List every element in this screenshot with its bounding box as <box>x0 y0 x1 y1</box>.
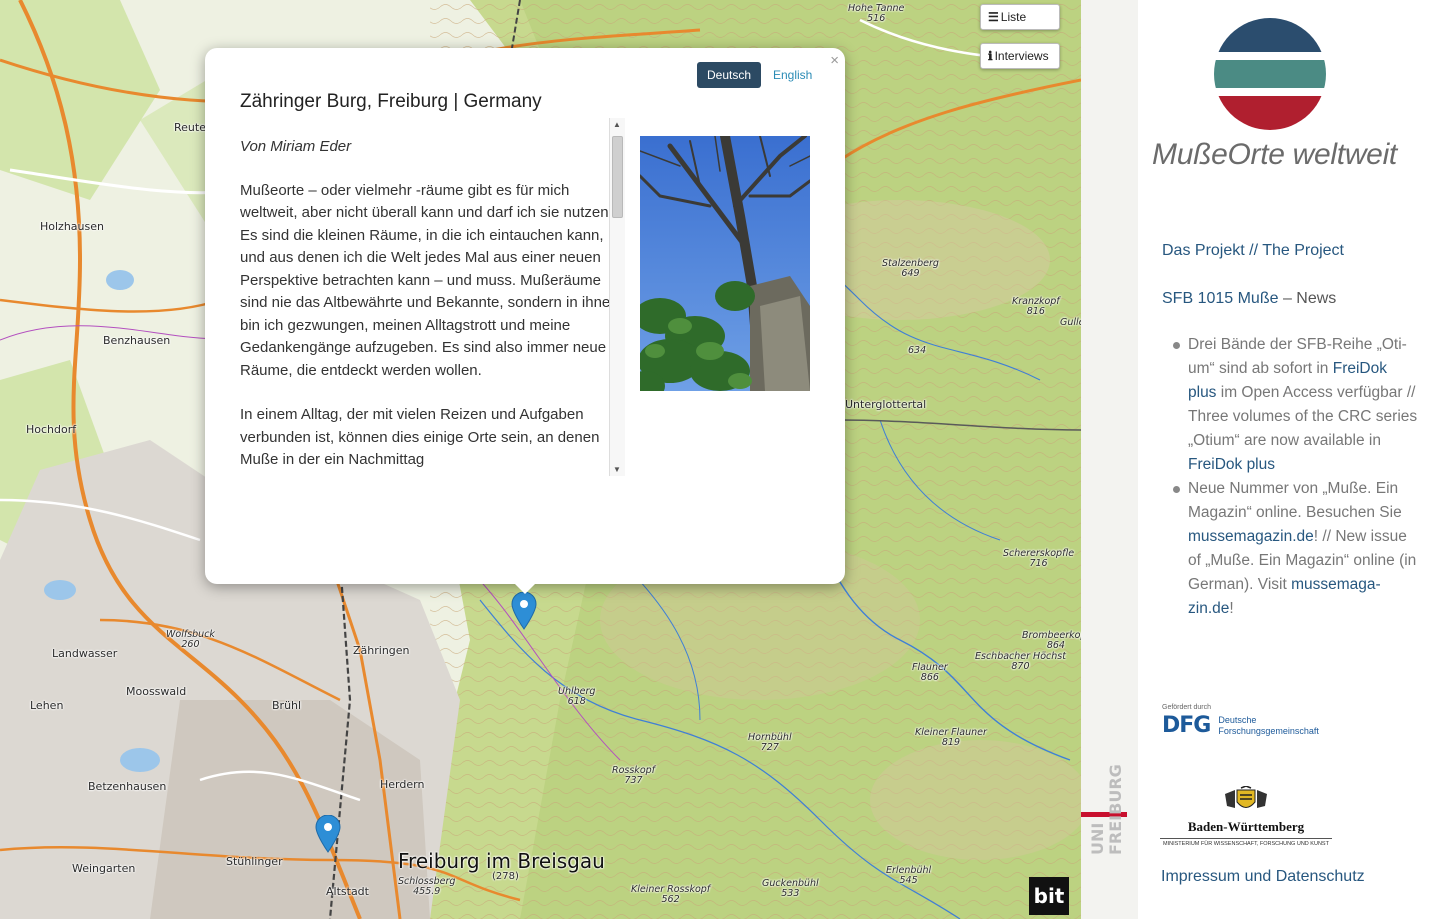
label-weingarten: Weingarten <box>72 862 136 875</box>
label-schererskopfle: Schererskopfle 716 <box>1003 548 1075 569</box>
dfg-funded-label: Gefördert durch <box>1162 704 1212 711</box>
label-rosskopf: Rosskopf 737 <box>612 765 656 786</box>
label-hochdorf: Hochdorf <box>26 423 77 436</box>
bw-title: Baden-Württemberg <box>1187 819 1305 834</box>
label-kleiner-rosskopf: Kleiner Rosskopf 562 <box>631 884 711 905</box>
nav-sfb-link[interactable]: SFB 1015 Muße <box>1162 290 1279 307</box>
nav-separator: – <box>1278 290 1297 307</box>
label-wolfsbuck: Wolfsbuck 260 <box>166 629 215 650</box>
news-list: Drei Bände der SFB-Reihe „Oti­um“ sind a… <box>1168 333 1418 621</box>
label-altstadt: Altstadt <box>326 885 369 898</box>
musseorte-logo[interactable] <box>1212 16 1328 132</box>
nav-sfb: SFB 1015 Muße – News <box>1162 290 1336 308</box>
popup-text-scroll[interactable]: Von Miriam Eder Mußeorte – oder vielmehr… <box>240 118 625 476</box>
label-mooswald: Moosswald <box>126 685 187 698</box>
label-erlenbuhl: Erlenbühl 545 <box>886 865 932 886</box>
label-gullerkopf: Gullerkopf <box>1060 317 1081 328</box>
label-hohe-tanne: Hohe Tanne 516 <box>848 3 905 24</box>
sidebar: MußeOrte weltweit Das Projekt // The Pro… <box>1138 0 1430 919</box>
scroll-up-icon[interactable]: ▲ <box>613 120 621 129</box>
popup-paragraph: Mußeorte – oder vielmehr -räume gibt es … <box>240 181 619 379</box>
language-german-button[interactable]: Deutsch <box>697 62 762 88</box>
news-text: im Open Access verfügbar // Three volume… <box>1188 384 1418 449</box>
scroll-down-icon[interactable]: ▼ <box>613 465 621 474</box>
baden-wuerttemberg-logo[interactable]: Baden-Württemberg MINISTERIUM FÜR WISSEN… <box>1160 785 1332 847</box>
label-herdern: Herdern <box>380 778 425 791</box>
label-freiburg-alt: (278) <box>492 871 519 882</box>
popup-tip <box>513 582 537 594</box>
dfg-logo[interactable]: Gefördert durch DFG Deutsche Forschungsg… <box>1162 704 1319 738</box>
freidok-link[interactable]: FreiDok plus <box>1188 456 1275 473</box>
bw-coat-of-arms-icon <box>1225 785 1267 808</box>
label-hornbuhl: Hornbühl 727 <box>748 732 792 753</box>
popup-scrollbar[interactable]: ▲ ▼ <box>609 118 625 476</box>
map-marker-icon[interactable] <box>315 815 341 853</box>
interviews-button[interactable]: ℹ Interviews <box>980 43 1060 69</box>
dfg-letters: DFG <box>1162 713 1211 738</box>
uni-freiburg-logo: UNI FREIBURG <box>1088 764 1125 855</box>
label-kranzkopf: Kranzkopf 816 <box>1012 296 1060 317</box>
news-item: Drei Bände der SFB-Reihe „Oti­um“ sind a… <box>1168 333 1418 477</box>
map-marker-icon[interactable] <box>511 592 537 630</box>
label-zahringen: Zähringen <box>353 644 410 657</box>
label-bruhl: Brühl <box>272 699 302 712</box>
label-uhlberg: Uhlberg 618 <box>558 686 596 707</box>
popup-author: Von Miriam Eder <box>240 138 352 155</box>
label-schlossberg: Schlossberg 455.9 <box>398 876 456 897</box>
label-betzenhausen: Betzenhausen <box>88 780 167 793</box>
impressum-link[interactable]: Impressum und Datenschutz <box>1161 868 1365 886</box>
site-logo-text[interactable]: MußeOrte weltweit <box>1152 138 1397 172</box>
label-holzhausen: Holzhausen <box>40 220 104 233</box>
dfg-name-line2: Forschungsgemeinschaft <box>1218 725 1319 736</box>
language-english-link[interactable]: English <box>773 68 812 82</box>
news-item: Neue Nummer von „Muße. Ein Magazin“ onli… <box>1168 477 1418 621</box>
nav-project-link[interactable]: Das Projekt // The Project <box>1162 242 1344 260</box>
list-button[interactable]: ☰ Liste <box>980 4 1060 30</box>
info-icon: ℹ <box>988 49 993 63</box>
label-flauner: Flauner 866 <box>912 662 948 683</box>
location-popup: × Deutsch English Zähringer Burg, Freibu… <box>205 48 845 594</box>
news-text: ! <box>1229 600 1234 617</box>
label-guckenbuhl: Guckenbühl 533 <box>762 878 819 899</box>
label-unterglottertal: Unterglottertal <box>845 398 927 411</box>
close-icon[interactable]: × <box>830 52 839 69</box>
label-634: 634 <box>908 345 927 356</box>
label-benzhausen: Benzhausen <box>103 334 171 347</box>
label-freiburg: Freiburg im Breisgau <box>398 849 605 873</box>
mussemagazin-link[interactable]: mussemagazin.de <box>1188 528 1314 545</box>
popup-paragraph: In einem Alltag, der mit vielen Reizen u… <box>240 406 600 468</box>
list-icon: ☰ <box>988 10 999 24</box>
nav-news-label: News <box>1296 290 1337 307</box>
uni-freiburg-strip: UNI FREIBURG <box>1081 0 1138 919</box>
news-text: Neue Nummer von „Muße. Ein Magazin“ onli… <box>1188 480 1402 521</box>
label-stuhlinger: Stühlinger <box>226 855 283 868</box>
tree-photo <box>640 136 810 391</box>
bw-ministry: MINISTERIUM FÜR WISSENSCHAFT, FORSCHUNG … <box>1160 838 1332 847</box>
label-kleiner-flauner: Kleiner Flauner 819 <box>915 727 987 748</box>
label-lehen: Lehen <box>30 699 64 712</box>
label-brombeerkopf: Brombeerkopf864 <box>1022 630 1081 651</box>
label-landwasser: Landwasser <box>52 647 118 660</box>
label-stalzenberg: Stalzenberg 649 <box>882 258 939 279</box>
bit-logo[interactable]: bit <box>1029 877 1069 915</box>
label-reute: Reute <box>174 121 206 134</box>
dfg-name-line1: Deutsche <box>1218 714 1257 725</box>
scroll-thumb[interactable] <box>612 136 623 218</box>
popup-title: Zähringer Burg, Freiburg | Germany <box>240 91 542 112</box>
popup-photo[interactable] <box>640 136 810 391</box>
label-eschbacher: Eschbacher Höchst 870 <box>975 651 1066 672</box>
